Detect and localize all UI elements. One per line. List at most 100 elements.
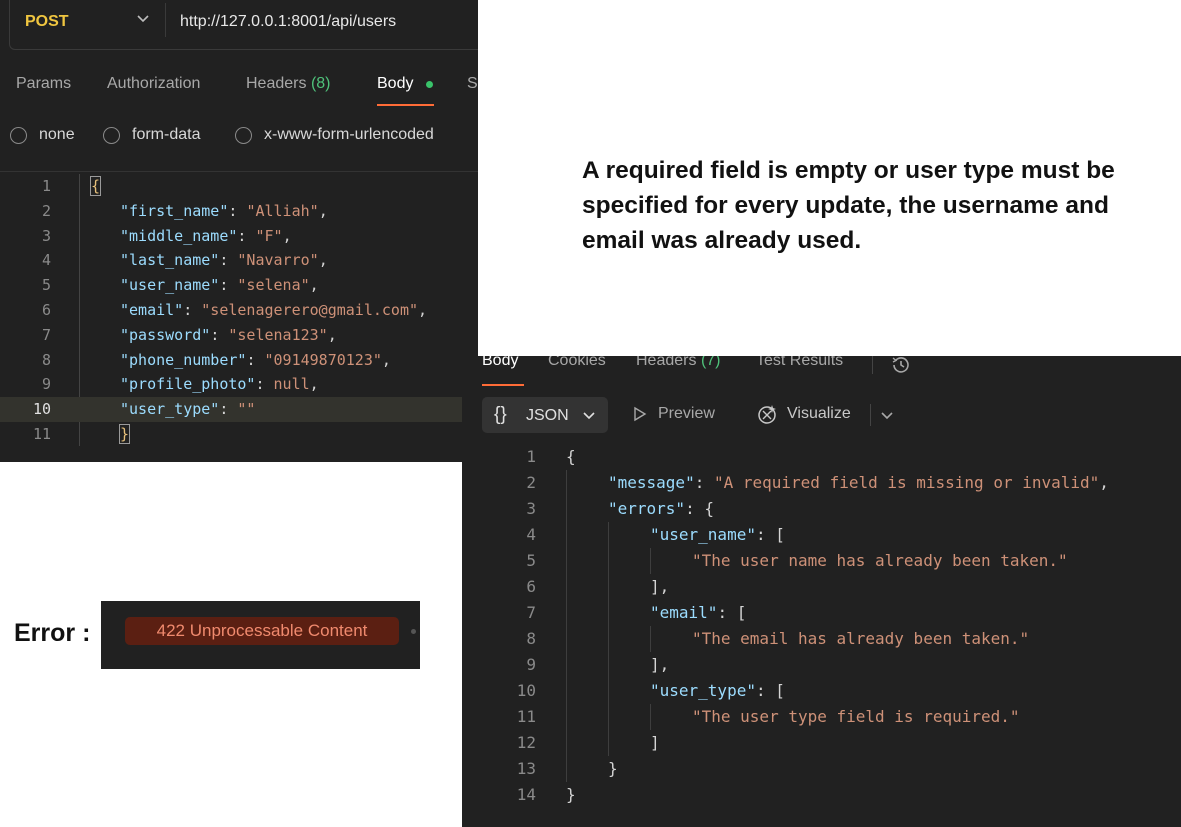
json-key: "phone_number" bbox=[120, 350, 247, 369]
json-value: "selenagerero@gmail.com" bbox=[201, 300, 419, 319]
code-line: 11 "The user type field is required." bbox=[462, 704, 1181, 730]
line-number: 11 bbox=[32, 424, 51, 443]
json-value: "selena" bbox=[237, 276, 310, 295]
tab-body[interactable]: Body bbox=[377, 75, 413, 93]
active-tab-indicator bbox=[482, 384, 524, 386]
tab-label: Cookies bbox=[548, 356, 606, 369]
code-line: 7 "password": "selena123", bbox=[0, 323, 478, 348]
line-number: 14 bbox=[516, 785, 536, 804]
json-punctuation: : { bbox=[685, 499, 714, 518]
radio-circle[interactable] bbox=[103, 126, 120, 144]
code-line: 5 "user_name": "selena", bbox=[0, 273, 478, 298]
json-value: "Alliah" bbox=[246, 201, 319, 220]
line-number: 9 bbox=[526, 655, 536, 674]
history-icon[interactable] bbox=[890, 356, 912, 376]
response-body-viewer[interactable]: 1{2 "message": "A required field is missi… bbox=[462, 444, 1181, 808]
code-line: 11 } bbox=[0, 422, 478, 447]
tab-test-results[interactable]: Test Results bbox=[756, 356, 843, 370]
json-punctuation: : [ bbox=[755, 681, 785, 700]
preview-button[interactable]: Preview bbox=[632, 405, 715, 423]
code-line: 2 "first_name": "Alliah", bbox=[0, 199, 478, 224]
divider bbox=[870, 404, 871, 426]
code-line: 3 "errors": { bbox=[462, 496, 1181, 522]
preview-label: Preview bbox=[658, 405, 715, 422]
radio-circle[interactable] bbox=[235, 126, 252, 144]
json-value: "The user name has already been taken." bbox=[692, 551, 1068, 570]
response-panel: Body Cookies Headers (7) Test Results {}… bbox=[462, 356, 1181, 827]
json-value: "09149870123" bbox=[264, 350, 382, 369]
code-line: 9], bbox=[462, 652, 1181, 678]
tab-label: Headers bbox=[636, 356, 697, 369]
visualize-icon bbox=[758, 405, 776, 424]
tab-params[interactable]: Params bbox=[16, 75, 71, 93]
code-line: 9 "profile_photo": null, bbox=[0, 372, 478, 397]
json-value: "The user type field is required." bbox=[692, 707, 1020, 726]
json-value: "The email has already been taken." bbox=[692, 629, 1030, 648]
line-number: 9 bbox=[41, 375, 51, 394]
json-value: "A required field is missing or invalid" bbox=[713, 473, 1100, 492]
json-key: "password" bbox=[120, 325, 211, 344]
tab-settings[interactable]: S bbox=[467, 75, 478, 93]
json-value: "selena123" bbox=[228, 325, 328, 344]
code-line-current: 10 "user_type": "" bbox=[0, 397, 478, 422]
radio-x-www-form-urlencoded[interactable]: x-www-form-urlencoded bbox=[235, 125, 434, 145]
line-number: 2 bbox=[526, 473, 536, 492]
status-badge[interactable]: 422 Unprocessable Content bbox=[125, 617, 399, 645]
format-select[interactable]: {} JSON bbox=[482, 397, 608, 433]
json-punctuation: ], bbox=[650, 577, 670, 596]
radio-label: x-www-form-urlencoded bbox=[264, 126, 434, 143]
line-number: 1 bbox=[41, 177, 51, 195]
tab-label: Test Results bbox=[756, 356, 844, 369]
method-select[interactable]: POST bbox=[25, 13, 69, 31]
url-bar: POST http://127.0.0.1:8001/api/users bbox=[9, 0, 478, 50]
line-number: 10 bbox=[516, 681, 536, 700]
code-line: 8 "The email has already been taken." bbox=[462, 626, 1181, 652]
tab-headers[interactable]: Headers (8) bbox=[246, 75, 331, 93]
line-number: 3 bbox=[526, 499, 536, 518]
tab-label: Authorization bbox=[107, 75, 201, 92]
visualize-button[interactable]: Visualize bbox=[755, 402, 851, 426]
radio-none[interactable]: none bbox=[10, 125, 75, 145]
code-line: 13} bbox=[462, 756, 1181, 782]
code-brace: } bbox=[118, 423, 131, 444]
line-number: 2 bbox=[41, 201, 51, 220]
json-key: "middle_name" bbox=[120, 226, 238, 245]
json-key: "profile_photo" bbox=[120, 375, 256, 394]
code-line: 10 "user_type": [ bbox=[462, 678, 1181, 704]
tab-response-headers[interactable]: Headers (7) bbox=[636, 356, 721, 370]
request-body-editor[interactable]: 1 { 2 "first_name": "Alliah", 3 "middle_… bbox=[0, 174, 478, 447]
line-number: 6 bbox=[41, 300, 51, 319]
tab-response-body[interactable]: Body bbox=[482, 356, 518, 370]
line-number: 4 bbox=[41, 251, 51, 270]
tab-label: S bbox=[467, 75, 478, 92]
tab-cookies[interactable]: Cookies bbox=[548, 356, 606, 370]
code-line: 5 "The user name has already been taken." bbox=[462, 548, 1181, 574]
radio-form-data[interactable]: form-data bbox=[103, 125, 200, 145]
play-icon bbox=[634, 406, 647, 422]
json-punctuation: , bbox=[1099, 473, 1109, 492]
url-input[interactable]: http://127.0.0.1:8001/api/users bbox=[180, 13, 396, 31]
tab-authorization[interactable]: Authorization bbox=[107, 75, 200, 93]
line-number: 8 bbox=[41, 350, 51, 369]
line-number: 7 bbox=[41, 325, 51, 344]
line-number: 6 bbox=[526, 577, 536, 596]
format-label: JSON bbox=[526, 407, 569, 424]
separator-dot bbox=[411, 629, 416, 634]
code-line: 1{ bbox=[462, 444, 1181, 470]
chevron-down-icon[interactable] bbox=[134, 9, 152, 27]
json-punctuation: ], bbox=[650, 655, 670, 674]
chevron-down-icon[interactable] bbox=[880, 408, 894, 422]
json-key: "user_type" bbox=[650, 681, 756, 700]
line-number: 3 bbox=[41, 226, 51, 245]
modified-dot bbox=[426, 81, 433, 88]
json-punctuation: : [ bbox=[717, 603, 747, 622]
json-key: "last_name" bbox=[120, 251, 220, 270]
line-number: 5 bbox=[526, 551, 536, 570]
tab-label: Body bbox=[482, 356, 519, 369]
line-number: 8 bbox=[526, 629, 536, 648]
radio-circle[interactable] bbox=[10, 126, 27, 144]
divider bbox=[872, 356, 873, 374]
json-punctuation: { bbox=[566, 447, 576, 466]
divider bbox=[165, 3, 166, 37]
line-number: 7 bbox=[526, 603, 536, 622]
